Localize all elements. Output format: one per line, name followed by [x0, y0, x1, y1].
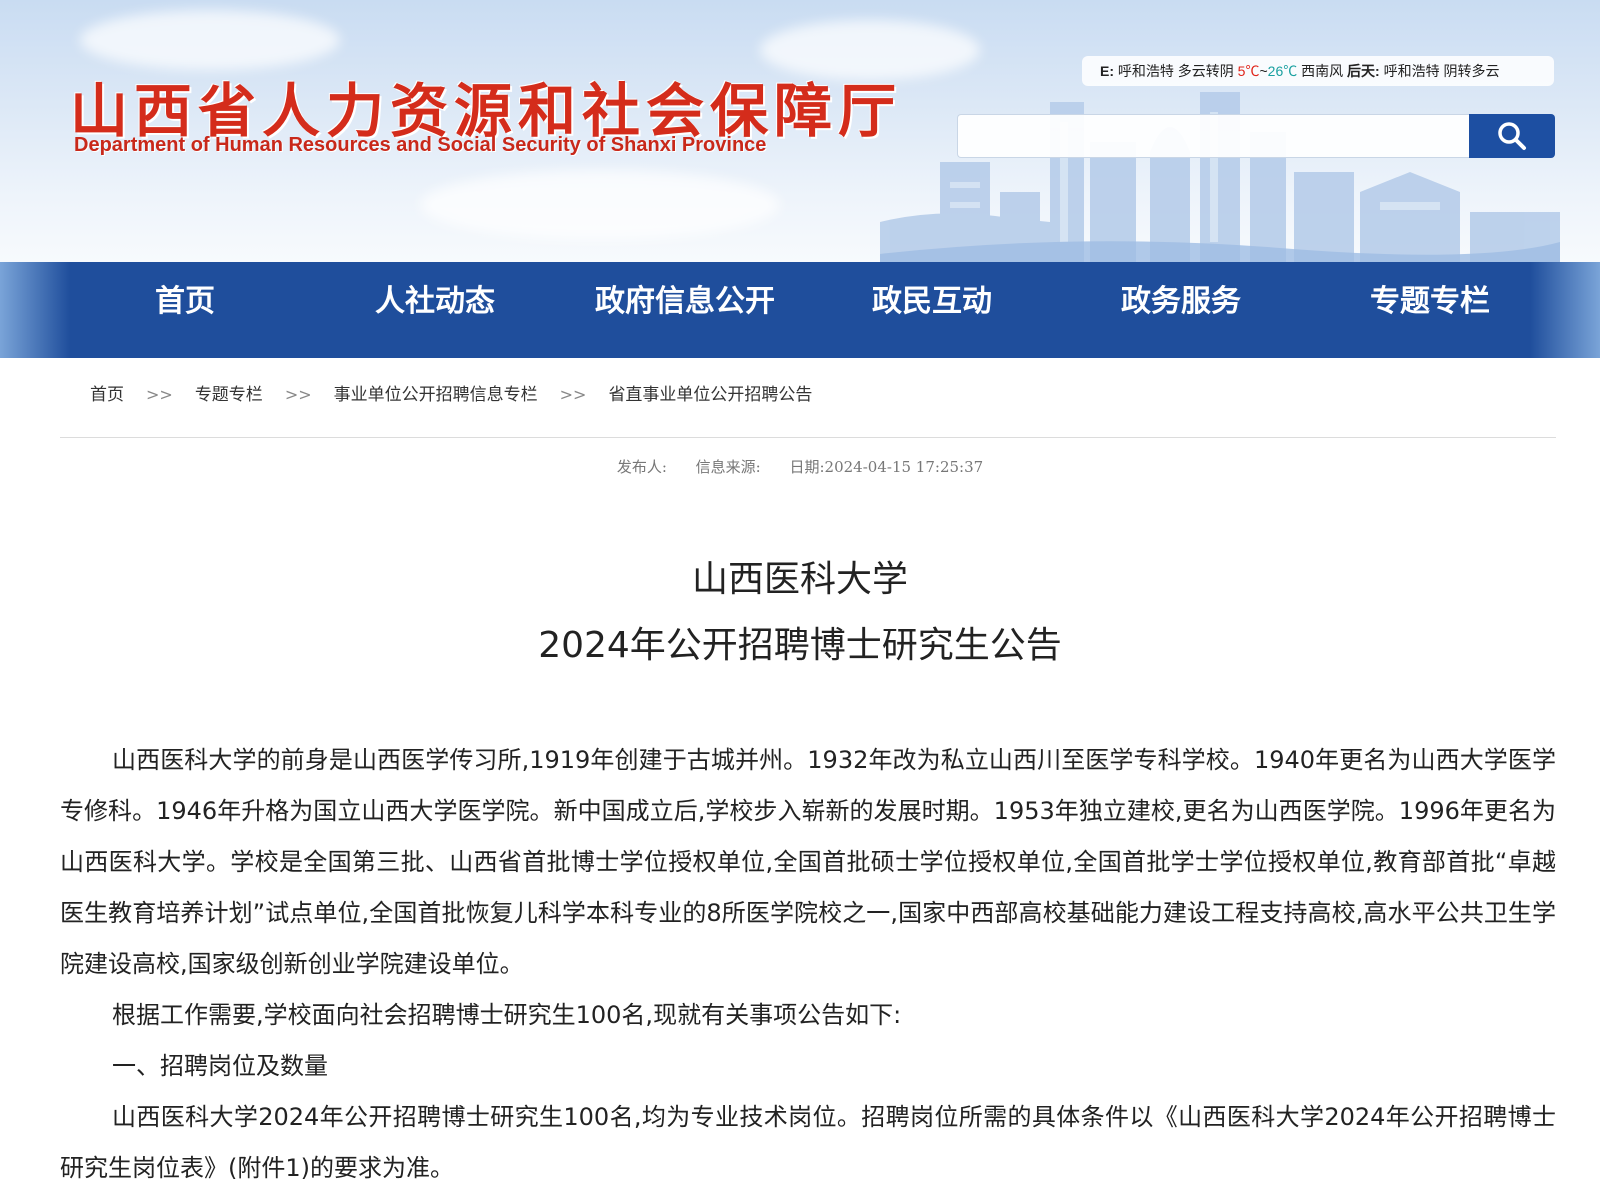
nav-item-special[interactable]: 专题专栏: [1350, 280, 1510, 324]
cloud-decoration: [420, 170, 780, 240]
search-input[interactable]: [957, 114, 1469, 158]
nav-item-services[interactable]: 政务服务: [1101, 280, 1261, 324]
site-title-en: Department of Human Resources and Social…: [74, 134, 767, 156]
article-title-line2: 2024年公开招聘博士研究生公告: [538, 625, 1062, 666]
meta-date: 日期:2024-04-15 17:25:37: [789, 458, 984, 476]
search-icon: [1498, 122, 1526, 150]
weather-prefix: E:: [1100, 63, 1114, 79]
weather-condition: 多云转阴: [1177, 63, 1234, 79]
breadcrumb-separator: >>: [146, 385, 173, 404]
breadcrumb-recruitment-column[interactable]: 事业单位公开招聘信息专栏: [334, 385, 538, 405]
section-heading: 一、招聘岗位及数量: [112, 1052, 328, 1080]
site-header: 山西省人力资源和社会保障厅 Department of Human Resour…: [0, 0, 1600, 262]
nav-edge-right: [1530, 262, 1600, 358]
meta-publisher: 发布人:: [616, 458, 667, 476]
article-body: 山西医科大学的前身是山西医学传习所,1919年创建于古城并州。1932年改为私立…: [60, 735, 1556, 1194]
weather-range-sep: ~: [1259, 63, 1268, 79]
weather-wind: 西南风: [1301, 63, 1344, 79]
article-title-line1: 山西医科大学: [691, 559, 908, 600]
breadcrumb-special[interactable]: 专题专栏: [195, 385, 263, 405]
breadcrumb-separator: >>: [284, 385, 312, 404]
paragraph-positions: 山西医科大学2024年公开招聘博士研究生100名,均为专业技术岗位。招聘岗位所需…: [60, 1103, 1556, 1182]
main-nav: 首页 人社动态 政府信息公开 政民互动 政务服务 专题专栏: [0, 262, 1600, 358]
nav-item-news[interactable]: 人社动态: [355, 280, 515, 324]
meta-source: 信息来源:: [695, 458, 761, 476]
weather-low-temp: 5℃: [1237, 63, 1260, 79]
paragraph-intro: 山西医科大学的前身是山西医学传习所,1919年创建于古城并州。1932年改为私立…: [60, 746, 1556, 978]
nav-item-gov-info[interactable]: 政府信息公开: [585, 280, 785, 324]
weather-day-after-label: 后天:: [1347, 63, 1380, 79]
breadcrumb-home[interactable]: 首页: [90, 385, 124, 405]
nav-item-home[interactable]: 首页: [110, 280, 260, 324]
breadcrumb-separator: >>: [559, 385, 587, 404]
nav-edge-left: [0, 262, 70, 358]
weather-condition-2: 阴转多云: [1443, 63, 1500, 79]
search-button[interactable]: [1469, 114, 1555, 158]
cloud-decoration: [80, 10, 340, 70]
weather-city-2: 呼和浩特: [1383, 63, 1440, 79]
paragraph-announcement: 根据工作需要,学校面向社会招聘博士研究生100名,现就有关事项公告如下:: [112, 1001, 902, 1029]
divider: [60, 437, 1556, 438]
breadcrumb-current[interactable]: 省直事业单位公开招聘公告: [608, 385, 812, 405]
article-meta: 发布人: 信息来源: 日期:2024-04-15 17:25:37: [0, 456, 1600, 477]
nav-item-interaction[interactable]: 政民互动: [852, 280, 1012, 324]
breadcrumb: 首页 >> 专题专栏 >> 事业单位公开招聘信息专栏 >> 省直事业单位公开招聘公告: [90, 380, 812, 410]
weather-widget: E: 呼和浩特 多云转阴 5℃~26℃ 西南风 后天: 呼和浩特 阴转多云: [1082, 56, 1554, 86]
weather-high-temp: 26℃: [1267, 63, 1298, 79]
weather-city: 呼和浩特: [1117, 63, 1174, 79]
